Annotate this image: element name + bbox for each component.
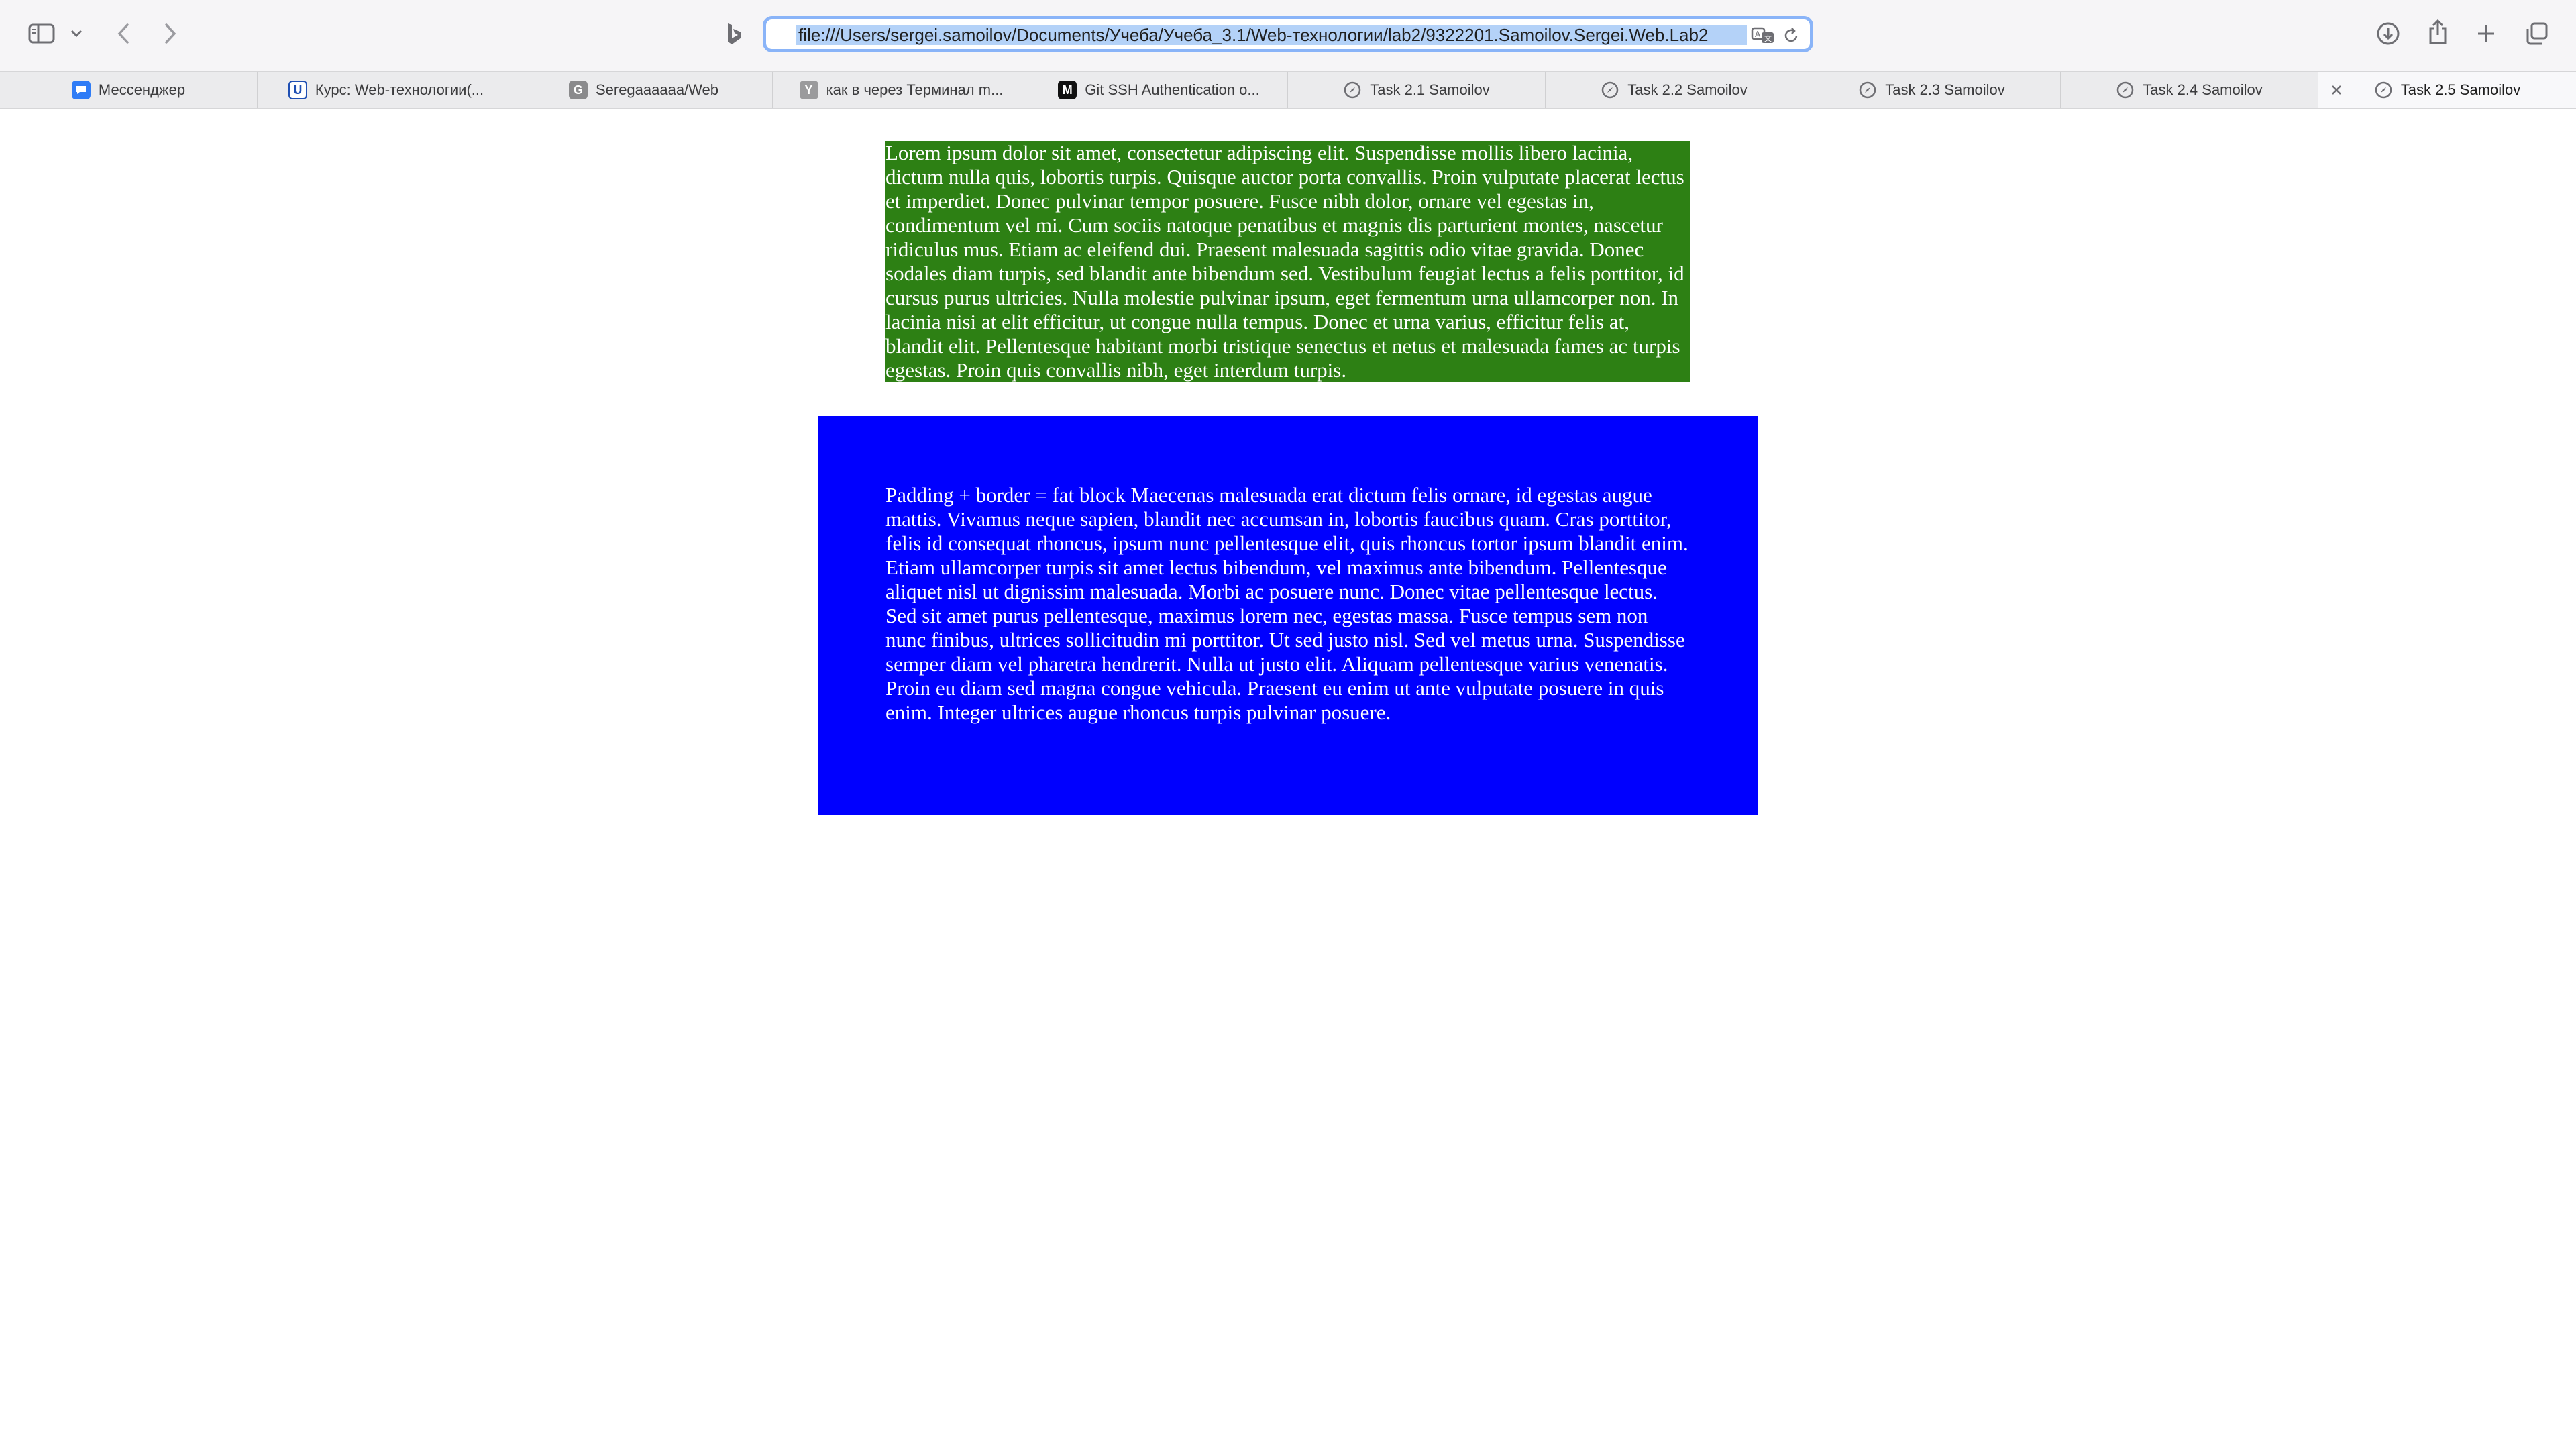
tab-task-2-5[interactable]: Task 2.5 Samoilov <box>2318 72 2576 108</box>
messenger-icon <box>71 81 91 99</box>
browser-toolbar: file:///Users/sergei.samoilov/Documents/… <box>0 0 2576 71</box>
blue-block-text: Padding + border = fat block Maecenas ma… <box>885 483 1688 724</box>
tab-task-2-2[interactable]: Task 2.2 Samoilov <box>1546 72 1803 108</box>
tab-label: Seregaaaaaa/Web <box>595 81 719 98</box>
tab-messenger[interactable]: Мессенджер <box>0 72 258 108</box>
tab-task-2-1[interactable]: Task 2.1 Samoilov <box>1288 72 1546 108</box>
tab-label: Task 2.5 Samoilov <box>2400 81 2521 98</box>
tab-label: Мессенджер <box>98 81 186 98</box>
forward-icon[interactable] <box>158 20 182 47</box>
back-icon[interactable] <box>111 20 136 47</box>
downloads-icon[interactable] <box>2375 20 2402 47</box>
green-text-block: Lorem ipsum dolor sit amet, consectetur … <box>885 141 1690 382</box>
sidebar-toggle-icon[interactable] <box>27 21 56 46</box>
reload-icon[interactable] <box>1782 26 1801 45</box>
tab-label: Task 2.2 Samoilov <box>1627 81 1748 98</box>
university-icon: U <box>288 81 307 99</box>
github-icon: G <box>568 81 588 99</box>
compass-icon <box>1343 81 1362 99</box>
translate-icon[interactable]: A文 <box>1751 26 1775 45</box>
tab-overview-icon[interactable] <box>2524 20 2551 47</box>
chevron-down-icon[interactable] <box>67 25 86 42</box>
blue-padded-block: Padding + border = fat block Maecenas ma… <box>818 416 1758 815</box>
tab-yandex[interactable]: Y как в через Терминал m... <box>773 72 1030 108</box>
address-text[interactable]: file:///Users/sergei.samoilov/Documents/… <box>796 25 1747 45</box>
tab-label: как в через Терминал m... <box>826 81 1004 98</box>
tab-medium[interactable]: M Git SSH Authentication o... <box>1030 72 1288 108</box>
tab-github[interactable]: G Seregaaaaaa/Web <box>515 72 773 108</box>
tab-label: Task 2.3 Samoilov <box>1885 81 2005 98</box>
tab-strip: Мессенджер U Курс: Web-технологии(... G … <box>0 71 2576 109</box>
tab-label: Task 2.4 Samoilov <box>2143 81 2263 98</box>
new-tab-icon[interactable] <box>2474 21 2498 46</box>
tab-label: Git SSH Authentication o... <box>1085 81 1260 98</box>
tab-task-2-3[interactable]: Task 2.3 Samoilov <box>1803 72 2061 108</box>
tab-label: Курс: Web-технологии(... <box>315 81 484 98</box>
tab-label: Task 2.1 Samoilov <box>1370 81 1490 98</box>
green-block-text: Lorem ipsum dolor sit amet, consectetur … <box>885 141 1684 382</box>
yandex-icon: Y <box>799 81 818 99</box>
share-icon[interactable] <box>2424 17 2451 47</box>
compass-icon <box>2374 81 2393 99</box>
bing-icon[interactable] <box>722 20 746 48</box>
medium-icon: M <box>1058 81 1077 99</box>
compass-icon <box>2116 81 2135 99</box>
compass-icon <box>1858 81 1877 99</box>
svg-text:文: 文 <box>1764 34 1772 43</box>
tab-task-2-4[interactable]: Task 2.4 Samoilov <box>2061 72 2318 108</box>
svg-text:A: A <box>1755 30 1761 39</box>
address-bar[interactable]: file:///Users/sergei.samoilov/Documents/… <box>763 16 1813 52</box>
tab-course[interactable]: U Курс: Web-технологии(... <box>258 72 515 108</box>
compass-icon <box>1601 81 1619 99</box>
close-tab-icon[interactable] <box>2328 81 2345 99</box>
